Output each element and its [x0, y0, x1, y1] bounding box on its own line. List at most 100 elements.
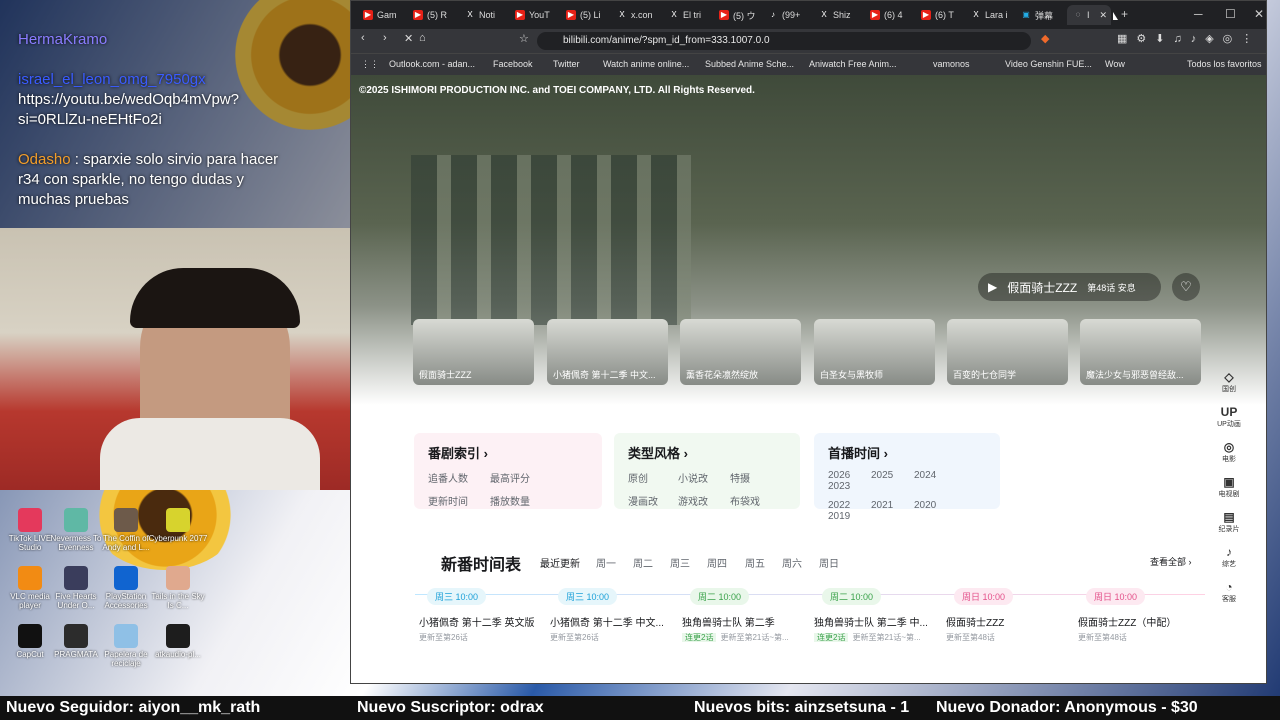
browser-tab[interactable]: X El tri — [669, 5, 713, 25]
year-link[interactable]: 2019 — [828, 511, 858, 522]
see-all-link[interactable]: 查看全部 › — [1150, 555, 1192, 568]
index-link[interactable]: 播放数量 — [490, 493, 552, 508]
carousel-card[interactable]: 薰香花朵凛然绽放 — [680, 319, 801, 385]
schedule-tab[interactable]: 周一 — [596, 555, 616, 570]
year-link[interactable]: 2025 — [871, 470, 914, 481]
x-icon: X — [467, 10, 473, 19]
bookmark-item[interactable]: Aniwatch Free Anim... — [809, 59, 897, 69]
browser-tab[interactable]: ▶ (5) Li — [566, 5, 610, 25]
genre-link[interactable]: 漫画改 — [628, 493, 678, 508]
desktop-icon[interactable]: Tails in the Sky Is C... — [148, 566, 208, 610]
stop-icon[interactable]: ✕ — [404, 32, 413, 45]
schedule-item[interactable]: 周三 10:00 小猪佩奇 第十二季 英文版 更新至第26话 — [419, 587, 543, 643]
desktop-icon[interactable]: atkaudio-pl... — [148, 624, 208, 659]
schedule-item[interactable]: 周三 10:00 小猪佩奇 第十二季 中文... 更新至第26话 — [550, 587, 674, 643]
back-icon[interactable]: ‹ — [361, 32, 365, 44]
close-tab-icon[interactable]: ✕ — [1100, 10, 1108, 21]
schedule-tab[interactable]: 周四 — [707, 555, 727, 570]
browser-tab[interactable]: ▶ (6) T — [921, 5, 965, 25]
browser-tab[interactable]: ▶ (6) 4 — [870, 5, 914, 25]
forward-icon[interactable]: › — [383, 32, 387, 44]
year-title[interactable]: 首播时间 › — [828, 443, 986, 462]
index-link[interactable]: 更新时间 — [428, 493, 490, 508]
minimize-button[interactable]: ─ — [1194, 7, 1203, 21]
home-icon[interactable]: ⌂ — [419, 32, 426, 44]
bookmark-item[interactable]: Facebook — [493, 59, 533, 69]
side-nav-item[interactable]: ◎ 电影 — [1211, 437, 1247, 472]
schedule-tab[interactable]: 周六 — [782, 555, 802, 570]
desktop-icon[interactable]: PlayStation Accessories — [96, 566, 156, 610]
genre-title[interactable]: 类型风格 › — [628, 443, 786, 462]
extensions-icons[interactable]: ▦⚙⬇♫♪◈◎⋮ — [1117, 32, 1261, 45]
browser-tab-active[interactable]: ◌ I ✕ — [1067, 5, 1111, 25]
browser-tab[interactable]: Xx.con — [617, 5, 661, 25]
carousel-card[interactable]: 假面骑士ZZZ — [413, 319, 534, 385]
bookmark-icon[interactable]: ☆ — [519, 32, 529, 45]
schedule-tab[interactable]: 周五 — [745, 555, 765, 570]
year-link[interactable]: 2024 — [914, 470, 957, 481]
side-nav-item[interactable]: ▣ 电视剧 — [1211, 472, 1247, 507]
index-link[interactable]: 最高评分 — [490, 470, 552, 485]
carousel-card[interactable]: 百变的七仓同学 — [947, 319, 1068, 385]
hero-play-button[interactable]: ▶ 假面骑士ZZZ 第48话 安息 — [978, 273, 1161, 301]
desktop-icon[interactable]: Cyberpunk 2077 — [148, 508, 208, 543]
browser-tab[interactable]: ▣ 弹幕 — [1021, 5, 1065, 25]
schedule-item[interactable]: 周日 10:00 假面骑士ZZZ 更新至第48话 — [946, 587, 1070, 643]
browser-tab[interactable]: ▶ (5) R — [413, 5, 457, 25]
browser-tab[interactable]: X Lara i — [971, 5, 1015, 25]
carousel-card[interactable]: 小猪佩奇 第十二季 中文... — [547, 319, 668, 385]
year-link[interactable]: 2021 — [871, 500, 914, 511]
close-window-button[interactable]: ✕ — [1254, 7, 1264, 21]
bookmark-folder[interactable]: Video Genshin FUE... — [1005, 59, 1092, 69]
genre-link[interactable]: 小说改 — [678, 470, 730, 485]
bookmark-item[interactable]: Watch anime online... — [603, 59, 689, 69]
year-link[interactable]: 2022 — [828, 500, 871, 511]
url-input[interactable]: bilibili.com/anime/?spm_id_from=333.1007… — [537, 32, 1031, 50]
index-title[interactable]: 番剧索引 › — [428, 443, 588, 462]
youtube-icon: ▶ — [921, 10, 931, 20]
bookmark-folder[interactable]: Todos los favoritos — [1187, 59, 1262, 69]
year-link[interactable]: 2020 — [914, 500, 957, 511]
schedule-tab[interactable]: 周日 — [819, 555, 839, 570]
genre-link[interactable]: 布袋戏 — [730, 493, 770, 508]
schedule-tab[interactable]: 周二 — [633, 555, 653, 570]
desktop-icon[interactable]: The Coffin of Andy and L... — [96, 508, 156, 552]
youtube-icon: ▶ — [413, 10, 423, 20]
follow-heart-icon[interactable]: ♡ — [1172, 273, 1200, 301]
side-nav-item[interactable]: ◇ 国创 — [1211, 367, 1247, 402]
side-nav-item[interactable]: UP UP动画 — [1211, 402, 1247, 437]
new-tab-button[interactable]: + — [1121, 7, 1128, 21]
schedule-item[interactable]: 周二 10:00 独角兽骑士队 第二季 中... 连更2话 更新至第21话~第... — [814, 587, 938, 643]
side-nav-item[interactable]: ♪ 综艺 — [1211, 542, 1247, 577]
browser-tab[interactable]: ▶ YouT — [515, 5, 559, 25]
schedule-item[interactable]: 周二 10:00 独角兽骑士队 第二季 连更2话 更新至第21话~第... — [682, 587, 806, 643]
desktop-icon[interactable]: Papelera de reciclaje — [96, 624, 156, 668]
browser-tab[interactable]: ▶ Gam — [363, 5, 407, 25]
bookmark-folder[interactable]: Wow — [1105, 59, 1125, 69]
year-link[interactable]: 2023 — [828, 481, 858, 492]
index-link[interactable]: 追番人数 — [428, 470, 490, 485]
side-nav-item[interactable]: ◔ 客服 — [1211, 577, 1247, 612]
bookmark-folder[interactable]: vamonos — [933, 59, 970, 69]
genre-link[interactable]: 特摄 — [730, 470, 770, 485]
browser-tab[interactable]: ♪ (99+ — [768, 5, 812, 25]
genre-link[interactable]: 游戏改 — [678, 493, 730, 508]
genre-link[interactable]: 原创 — [628, 470, 678, 485]
browser-window: ▶ Gam ▶ (5) R X Noti ▶ YouT ▶ (5) Li Xx.con X… — [350, 0, 1267, 684]
carousel-card[interactable]: 白圣女与黑牧师 — [814, 319, 935, 385]
year-link[interactable]: 2026 — [828, 470, 871, 481]
schedule-item[interactable]: 周日 10:00 假面骑士ZZZ（中配） 更新至第48话 — [1078, 587, 1202, 643]
bookmark-item[interactable]: Twitter — [553, 59, 580, 69]
carousel-card[interactable]: 魔法少女与邪恶曾经敌... — [1080, 319, 1201, 385]
apps-icon[interactable]: ⋮⋮ — [361, 59, 379, 70]
schedule-tab[interactable]: 周三 — [670, 555, 690, 570]
bookmark-item[interactable]: Subbed Anime Sche... — [705, 59, 794, 69]
maximize-button[interactable]: ☐ — [1225, 7, 1236, 21]
bookmark-item[interactable]: Outlook.com - adan... — [389, 59, 475, 69]
schedule-tab[interactable]: 最近更新 — [540, 555, 580, 570]
browser-tab[interactable]: X Shiz — [819, 5, 863, 25]
brave-shield-icon[interactable]: ◆ — [1041, 32, 1049, 45]
browser-tab[interactable]: ▶ (5) ウ — [719, 5, 763, 25]
browser-tab[interactable]: X Noti — [465, 5, 509, 25]
side-nav-item[interactable]: ▤ 纪录片 — [1211, 507, 1247, 542]
